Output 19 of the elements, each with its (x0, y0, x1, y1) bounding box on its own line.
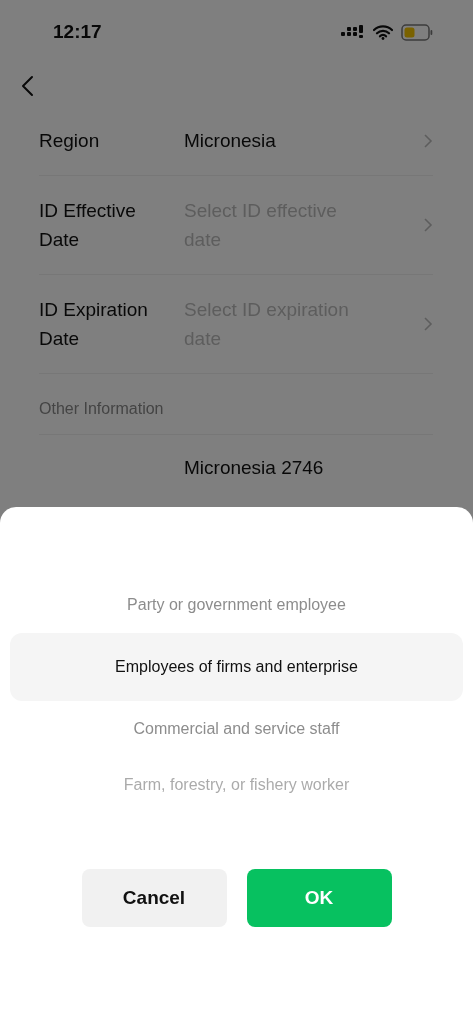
chevron-icon (423, 217, 433, 233)
picker-option[interactable]: Employees of firms and enterprise (10, 633, 463, 701)
picker-option[interactable]: Party or government employee (10, 577, 463, 633)
field-label: ID Expiration Date (39, 298, 149, 351)
wifi-icon (373, 24, 393, 40)
field-label: ID Effective Date (39, 199, 137, 252)
signal-icon (341, 25, 365, 39)
battery-icon (401, 23, 433, 41)
field-value: Micronesia 2746 (184, 457, 324, 478)
chevron-icon (423, 316, 433, 332)
status-time: 12:17 (53, 21, 102, 43)
chevron-icon (423, 132, 433, 149)
picker-option[interactable]: Commercial and service staff (10, 701, 463, 757)
section-title: Other Information (39, 374, 433, 435)
field-value: Micronesia (184, 129, 277, 153)
back-icon[interactable] (20, 75, 34, 97)
cancel-button[interactable]: Cancel (81, 869, 227, 927)
field-label: Region (39, 129, 101, 153)
form-row[interactable]: Region Micronesia (39, 126, 433, 176)
